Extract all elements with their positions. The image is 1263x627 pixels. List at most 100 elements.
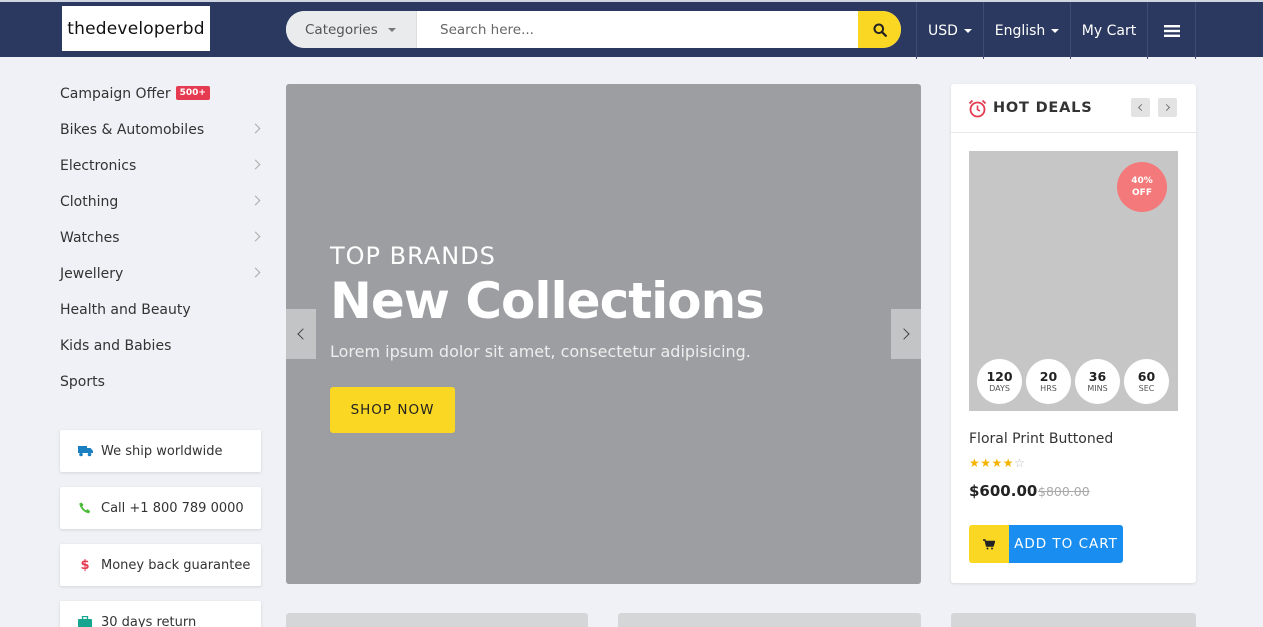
currency-label: USD xyxy=(928,22,958,39)
countdown-unit: DAYS xyxy=(989,383,1010,393)
sidebar-item-label: Campaign Offer xyxy=(60,86,171,102)
chevron-down-icon xyxy=(963,28,972,33)
my-cart-label: My Cart xyxy=(1081,22,1137,39)
star-filled-icon: ★ xyxy=(980,456,992,470)
hero-description: Lorem ipsum dolor sit amet, consectetur … xyxy=(330,342,751,361)
product-card[interactable] xyxy=(951,613,1196,627)
search-icon xyxy=(873,23,887,37)
hot-deals-widget: HOT DEALS 40% OFF 120 DAYS 20 HRS 36 MIN… xyxy=(951,84,1196,583)
product-card[interactable] xyxy=(618,613,921,627)
feature-returns: 30 days return xyxy=(60,601,261,627)
deal-price: $600.00 xyxy=(969,482,1038,500)
sidebar-item-label: Clothing xyxy=(60,194,119,210)
countdown-seconds: 60 SEC xyxy=(1124,359,1169,404)
sidebar-item-label: Electronics xyxy=(60,158,137,174)
sidebar-item-sports[interactable]: Sports xyxy=(60,364,265,400)
chevron-right-icon xyxy=(1162,103,1171,112)
feature-label: We ship worldwide xyxy=(101,443,223,459)
countdown-value: 120 xyxy=(986,368,1013,384)
category-sidebar: Campaign Offer 500+ Bikes & Automobiles … xyxy=(60,76,265,400)
discount-suffix: OFF xyxy=(1132,188,1152,198)
site-logo[interactable]: thedeveloperbd xyxy=(62,6,210,51)
menu-button[interactable] xyxy=(1147,2,1196,59)
star-rating: ★★★★☆ xyxy=(969,456,1025,470)
sidebar-item-label: Bikes & Automobiles xyxy=(60,122,205,138)
sidebar-item-clothing[interactable]: Clothing xyxy=(60,184,265,220)
chevron-down-icon xyxy=(388,28,396,32)
add-to-cart-label: ADD TO CART xyxy=(1009,525,1123,563)
discount-value: 40% xyxy=(1131,176,1153,186)
star-empty-icon: ☆ xyxy=(1014,456,1026,470)
hamburger-menu-icon xyxy=(1163,24,1180,37)
chevron-down-icon xyxy=(1051,28,1060,33)
my-cart-link[interactable]: My Cart xyxy=(1070,2,1147,59)
add-to-cart-button[interactable]: ADD TO CART xyxy=(969,525,1123,563)
currency-dropdown[interactable]: USD xyxy=(916,2,983,59)
feature-label: Money back guarantee xyxy=(101,557,251,573)
deal-countdown: 120 DAYS 20 HRS 36 MINS 60 SEC xyxy=(977,359,1169,404)
chevron-left-icon xyxy=(1137,103,1146,112)
deals-next-button[interactable] xyxy=(1158,98,1177,117)
top-header: thedeveloperbd Categories USD English My… xyxy=(0,0,1263,59)
countdown-unit: MINS xyxy=(1087,383,1108,393)
feature-money-back: $ Money back guarantee xyxy=(60,544,261,586)
feature-label: 30 days return xyxy=(101,614,197,627)
star-filled-icon: ★ xyxy=(1002,456,1015,470)
deal-product-name[interactable]: Floral Print Buttoned xyxy=(969,431,1113,447)
chevron-left-icon xyxy=(297,328,309,340)
sidebar-item-label: Watches xyxy=(60,230,120,246)
search-bar: Categories xyxy=(286,11,901,48)
sidebar-item-bikes-automobiles[interactable]: Bikes & Automobiles xyxy=(60,112,265,148)
feature-shipping: We ship worldwide xyxy=(60,430,261,472)
hot-deals-header: HOT DEALS xyxy=(951,84,1196,133)
feature-label: Call +1 800 789 0000 xyxy=(101,500,244,516)
countdown-value: 20 xyxy=(1039,368,1058,384)
briefcase-icon xyxy=(77,614,93,627)
hero-banner: TOP BRANDS New Collections Lorem ipsum d… xyxy=(286,84,921,584)
truck-icon xyxy=(77,443,93,459)
sidebar-item-jewellery[interactable]: Jewellery xyxy=(60,256,265,292)
sidebar-item-watches[interactable]: Watches xyxy=(60,220,265,256)
campaign-badge: 500+ xyxy=(175,86,210,100)
alarm-clock-icon xyxy=(968,99,987,117)
chevron-right-icon xyxy=(250,195,261,206)
hero-subtitle: TOP BRANDS xyxy=(330,242,496,270)
category-select[interactable]: Categories xyxy=(286,11,417,48)
search-button[interactable] xyxy=(858,11,901,48)
countdown-unit: HRS xyxy=(1040,383,1057,393)
chevron-right-icon xyxy=(250,231,261,242)
language-dropdown[interactable]: English xyxy=(983,2,1070,59)
deals-prev-button[interactable] xyxy=(1131,98,1150,117)
sidebar-item-label: Kids and Babies xyxy=(60,338,172,354)
countdown-unit: SEC xyxy=(1138,383,1155,393)
hero-next-button[interactable] xyxy=(891,309,921,359)
chevron-right-icon xyxy=(250,267,261,278)
hot-deals-title: HOT DEALS xyxy=(993,100,1093,116)
language-label: English xyxy=(994,22,1046,39)
chevron-right-icon xyxy=(898,328,910,340)
star-filled-icon: ★ xyxy=(969,456,981,470)
chevron-right-icon xyxy=(250,123,261,134)
sidebar-item-label: Health and Beauty xyxy=(60,302,191,318)
countdown-hours: 20 HRS xyxy=(1026,359,1071,404)
chevron-right-icon xyxy=(250,159,261,170)
sidebar-item-campaign-offer[interactable]: Campaign Offer 500+ xyxy=(60,76,265,112)
star-filled-icon: ★ xyxy=(991,456,1003,470)
category-select-label: Categories xyxy=(305,21,378,38)
hero-prev-button[interactable] xyxy=(286,309,316,359)
sidebar-item-kids-babies[interactable]: Kids and Babies xyxy=(60,328,265,364)
shopping-cart-icon xyxy=(969,525,1009,563)
sidebar-item-label: Sports xyxy=(60,374,105,390)
countdown-value: 36 xyxy=(1088,368,1107,384)
product-card[interactable] xyxy=(286,613,588,627)
sidebar-item-health-beauty[interactable]: Health and Beauty xyxy=(60,292,265,328)
shop-now-button[interactable]: SHOP NOW xyxy=(330,387,455,433)
search-input[interactable] xyxy=(417,11,858,48)
sidebar-item-electronics[interactable]: Electronics xyxy=(60,148,265,184)
countdown-days: 120 DAYS xyxy=(977,359,1022,404)
hero-title: New Collections xyxy=(330,272,765,330)
deal-product-image[interactable]: 40% OFF 120 DAYS 20 HRS 36 MINS 60 SEC xyxy=(969,151,1178,411)
deal-old-price: $800.00 xyxy=(1038,484,1090,499)
dollar-icon: $ xyxy=(80,557,90,573)
phone-icon xyxy=(77,500,93,516)
